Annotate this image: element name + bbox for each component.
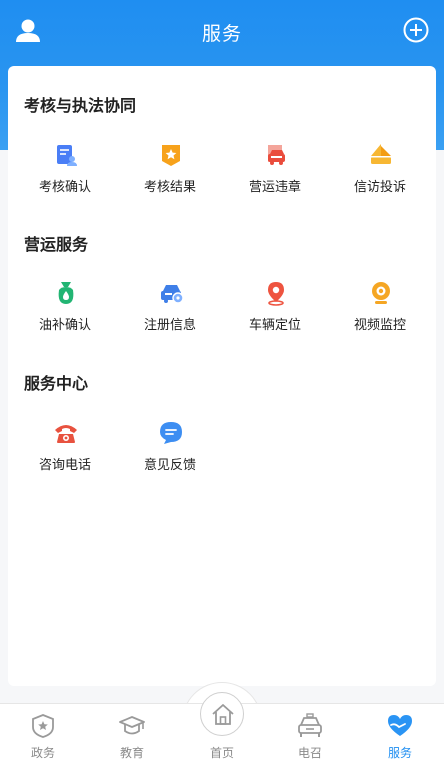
service-label: 信访投诉 — [353, 179, 406, 194]
service-label: 考核结果 — [143, 179, 196, 194]
service-assessment-confirm[interactable]: 考核确认 — [13, 142, 117, 212]
service-label: 油补确认 — [38, 317, 91, 332]
operation-grid: 油补确认 注册信息 车辆定位 视频监控 — [8, 280, 436, 350]
top-bar: 服务 — [0, 0, 444, 62]
service-operation-violation[interactable]: 营运违章 — [223, 142, 327, 212]
service-feedback[interactable]: 意见反馈 — [118, 420, 222, 490]
assessment-result-icon — [162, 145, 180, 166]
services-card: 考核与执法协同 考核确认 考核结果 营运违章 信访投诉 营运服务 油补确认 注册… — [8, 66, 436, 686]
tab-government[interactable]: 政务 — [13, 709, 73, 765]
operation-violation-icon — [268, 145, 285, 165]
assessment-grid: 考核确认 考核结果 营运违章 信访投诉 — [8, 142, 436, 212]
heart-hand-icon — [388, 715, 412, 736]
tab-home[interactable]: 首页 — [192, 709, 252, 765]
tab-education[interactable]: 教育 — [102, 709, 162, 765]
service-fuel-subsidy[interactable]: 油补确认 — [13, 280, 117, 350]
fuel-subsidy-icon — [58, 282, 74, 304]
add-icon[interactable] — [403, 17, 429, 43]
tab-label: 服务 — [387, 746, 412, 760]
service-video-monitor[interactable]: 视频监控 — [328, 280, 432, 350]
phone-icon — [55, 425, 77, 443]
feedback-icon — [160, 422, 182, 444]
section-title-operation: 营运服务 — [24, 237, 89, 254]
service-label: 注册信息 — [143, 317, 196, 332]
tab-label: 政务 — [30, 746, 55, 760]
section-title-service-center: 服务中心 — [24, 376, 89, 393]
page-title: 服务 — [201, 24, 242, 45]
registration-icon — [161, 285, 184, 304]
education-icon — [119, 716, 145, 735]
service-center-grid: 咨询电话 意见反馈 — [8, 420, 436, 490]
tab-label: 教育 — [119, 746, 144, 760]
service-label: 车辆定位 — [248, 317, 301, 332]
assessment-confirm-icon — [57, 145, 77, 166]
service-label: 意见反馈 — [143, 457, 196, 472]
government-icon — [32, 714, 54, 738]
tab-label: 首页 — [209, 746, 234, 760]
service-complaint[interactable]: 信访投诉 — [328, 142, 432, 212]
service-label: 营运违章 — [248, 179, 301, 194]
service-vehicle-location[interactable]: 车辆定位 — [223, 280, 327, 350]
tab-taxi-call[interactable]: 电召 — [280, 709, 340, 765]
tab-label: 电召 — [297, 746, 322, 760]
complaint-icon — [371, 144, 391, 164]
service-registration[interactable]: 注册信息 — [118, 280, 222, 350]
service-consult-phone[interactable]: 咨询电话 — [13, 420, 117, 490]
service-assessment-result[interactable]: 考核结果 — [118, 142, 222, 212]
section-title-assessment: 考核与执法协同 — [24, 98, 137, 115]
location-icon — [268, 282, 284, 306]
camera-icon — [372, 282, 390, 304]
service-label: 视频监控 — [353, 317, 406, 332]
service-label: 考核确认 — [38, 179, 91, 194]
tab-service[interactable]: 服务 — [370, 709, 430, 765]
taxi-icon — [298, 713, 322, 737]
service-label: 咨询电话 — [38, 457, 91, 472]
